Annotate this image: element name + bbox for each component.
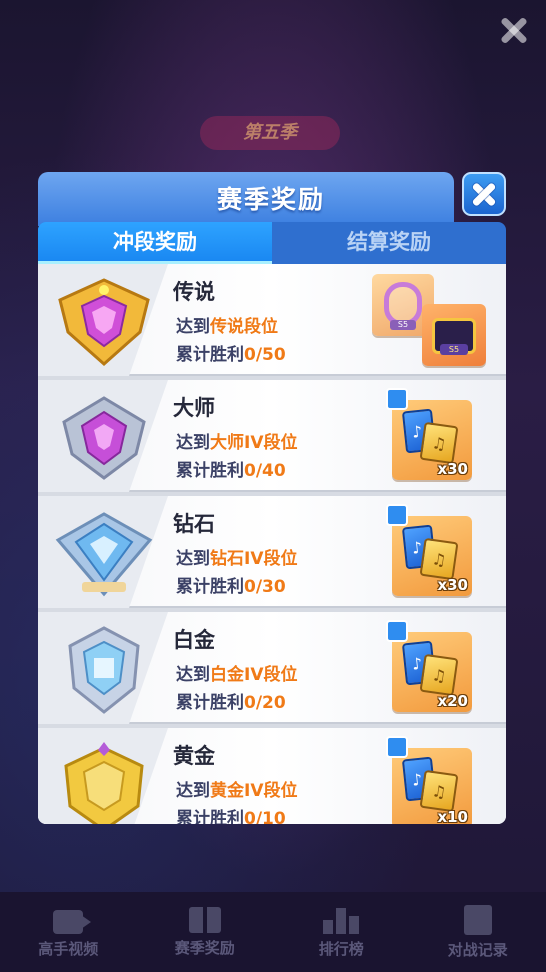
- reward-row-legend: 传说 达到传说段位 累计胜利0/50 S5 S5: [38, 264, 506, 376]
- close-icon: [464, 174, 504, 214]
- guitar-card-icon: ♫: [419, 653, 459, 697]
- reward-row-master: 大师 达到大师IV段位 累计胜利0/40 ♪ ♫ x30: [38, 380, 506, 492]
- win-progress: 累计胜利0/20: [176, 693, 286, 713]
- card-pack-reward[interactable]: ♪ ♫ x30: [386, 504, 472, 596]
- tab-settlement-rewards[interactable]: 结算奖励: [272, 222, 506, 264]
- diamond-rank-badge-icon: [55, 512, 153, 597]
- rank-name: 传说: [173, 280, 215, 304]
- guitar-icon: ♫: [430, 433, 448, 454]
- gold-rank-badge-icon: [64, 742, 144, 824]
- puzzle-icon: [386, 620, 408, 642]
- season-tag: S5: [390, 320, 416, 330]
- leaderboard-icon: [323, 906, 360, 934]
- guitar-chest-reward[interactable]: S5: [422, 304, 486, 366]
- guitar-icon: ♫: [430, 781, 448, 802]
- reward-count: x10: [437, 808, 468, 824]
- rank-goal: 达到黄金IV段位: [176, 781, 298, 801]
- puzzle-icon: [386, 388, 408, 410]
- nav-item-battle-records[interactable]: 对战记录: [418, 904, 538, 960]
- nav-item-leaderboard[interactable]: 排行榜: [281, 906, 401, 959]
- close-button[interactable]: [462, 172, 506, 216]
- reward-count: x20: [437, 692, 468, 710]
- card-pack-reward[interactable]: ♪ ♫ x30: [386, 388, 472, 480]
- rank-name: 黄金: [173, 744, 215, 768]
- background-close-icon: [494, 10, 534, 50]
- video-icon: [53, 909, 92, 934]
- win-progress: 累计胜利0/30: [176, 577, 286, 597]
- puzzle-icon: [386, 736, 408, 758]
- rank-name: 钻石: [173, 512, 215, 536]
- legend-rank-badge-icon: [58, 278, 150, 367]
- reward-row-gold: 黄金 达到黄金IV段位 累计胜利0/10 ♪ ♫ x10: [38, 728, 506, 824]
- nav-label: 高手视频: [38, 939, 99, 958]
- platinum-rank-badge-icon: [68, 626, 140, 714]
- rank-goal: 达到钻石IV段位: [176, 549, 298, 569]
- nav-item-season-rewards[interactable]: 赛季奖励: [145, 906, 265, 958]
- win-progress: 累计胜利0/10: [176, 809, 286, 824]
- card-pack-reward[interactable]: ♪ ♫ x20: [386, 620, 472, 712]
- win-progress: 累计胜利0/50: [176, 345, 286, 365]
- card-pack-reward[interactable]: ♪ ♫ x10: [386, 736, 472, 824]
- tab-rank-up-rewards[interactable]: 冲段奖励: [38, 222, 272, 264]
- reward-row-platinum: 白金 达到白金IV段位 累计胜利0/20 ♪ ♫ x20: [38, 612, 506, 724]
- rank-goal: 达到大师IV段位: [176, 433, 298, 453]
- reward-list[interactable]: 传说 达到传说段位 累计胜利0/50 S5 S5 大师 达到大师IV段位 累计胜…: [38, 264, 506, 824]
- reward-count: x30: [437, 460, 468, 478]
- reward-row-diamond: 钻石 达到钻石IV段位 累计胜利0/30 ♪ ♫ x30: [38, 496, 506, 608]
- win-progress: 累计胜利0/40: [176, 461, 286, 481]
- season-tag: S5: [440, 344, 468, 355]
- season-banner: 第五季: [200, 116, 340, 150]
- rank-name: 白金: [173, 628, 215, 652]
- gift-icon: [188, 906, 221, 933]
- season-rewards-dialog: 赛季奖励 冲段奖励 结算奖励 传说 达到传说段位 累计胜利0/50 S5 S5 …: [38, 172, 506, 832]
- rank-name: 大师: [173, 396, 215, 420]
- guitar-card-icon: ♫: [419, 537, 459, 581]
- nav-label: 排行榜: [318, 939, 364, 958]
- puzzle-icon: [386, 504, 408, 526]
- guitar-card-icon: ♫: [419, 421, 459, 465]
- tab-bar: 冲段奖励 结算奖励: [38, 222, 506, 264]
- nav-label: 对战记录: [447, 940, 508, 959]
- guitar-icon: ♫: [430, 549, 448, 570]
- nav-label: 赛季奖励: [174, 938, 235, 957]
- rank-goal: 达到白金IV段位: [176, 665, 298, 685]
- nav-item-expert-videos[interactable]: 高手视频: [8, 906, 128, 959]
- record-icon: [463, 904, 492, 935]
- bottom-nav: 高手视频 赛季奖励 排行榜 对战记录: [0, 892, 546, 972]
- dialog-title: 赛季奖励: [216, 185, 325, 214]
- guitar-card-icon: ♫: [419, 769, 459, 813]
- guitar-icon: ♫: [430, 665, 448, 686]
- master-rank-badge-icon: [62, 396, 146, 480]
- rank-goal: 达到传说段位: [176, 317, 278, 337]
- reward-count: x30: [437, 576, 468, 594]
